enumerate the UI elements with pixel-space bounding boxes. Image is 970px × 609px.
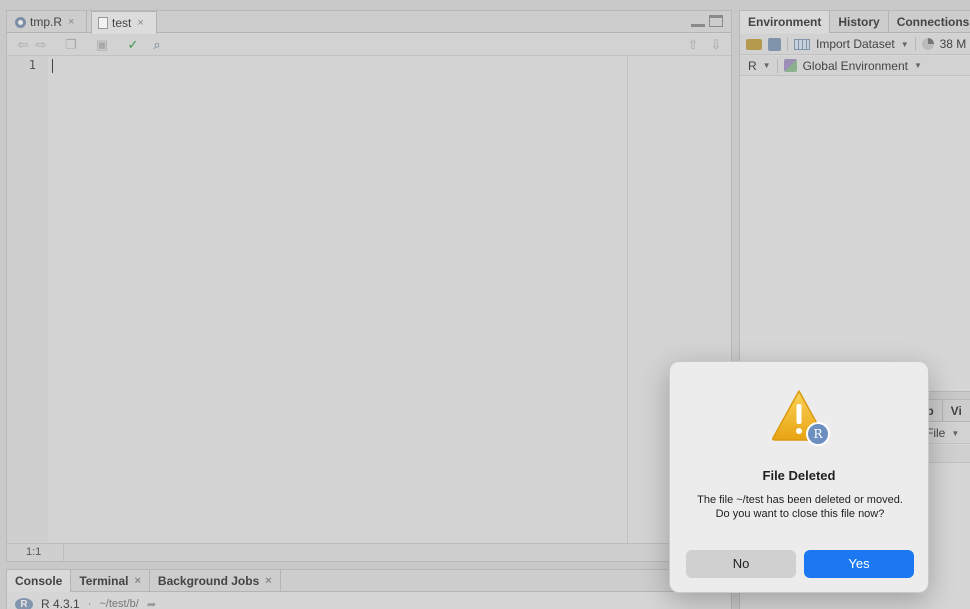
- open-folder-icon[interactable]: [746, 38, 762, 50]
- text-file-icon: [98, 17, 108, 29]
- close-tab-icon[interactable]: ×: [68, 16, 74, 28]
- tab-viewer[interactable]: Vi: [943, 400, 970, 422]
- maximize-pane-icon[interactable]: [709, 15, 723, 27]
- language-select[interactable]: R: [748, 59, 757, 73]
- tab-console[interactable]: Console: [7, 570, 72, 592]
- save-workspace-icon[interactable]: [768, 37, 781, 51]
- toolbar-divider: [776, 58, 778, 73]
- back-arrow-icon[interactable]: ⇦: [15, 37, 31, 53]
- minimize-pane-icon[interactable]: [691, 15, 705, 27]
- editor-tab-bar: tmp.R × test ×: [7, 11, 731, 34]
- memory-usage-icon: [921, 38, 934, 50]
- go-down-icon[interactable]: ⇩: [708, 37, 724, 53]
- close-tab-icon[interactable]: ×: [134, 575, 140, 587]
- tab-label: Terminal: [79, 574, 129, 588]
- environment-tab-bar: Environment History Connections: [740, 11, 970, 33]
- chevron-down-icon[interactable]: ▼: [951, 429, 959, 438]
- tab-label: tmp.R: [30, 15, 63, 29]
- chevron-down-icon[interactable]: ▼: [914, 61, 922, 70]
- close-tab-icon[interactable]: ×: [137, 17, 143, 29]
- code-editor[interactable]: [48, 56, 731, 543]
- toolbar-divider: [787, 37, 788, 51]
- line-number-gutter: 1: [7, 56, 48, 543]
- environment-icon: [783, 59, 797, 72]
- tab-test[interactable]: test ×: [91, 11, 157, 34]
- console-tab-bar: Console Terminal × Background Jobs ×: [7, 570, 731, 592]
- import-dataset-button[interactable]: Import Dataset: [816, 37, 895, 51]
- separator: ·: [87, 598, 92, 609]
- tab-background-jobs[interactable]: Background Jobs ×: [150, 570, 281, 592]
- status-divider: [63, 544, 64, 561]
- file-deleted-dialog: R File Deleted The file ~/test has been …: [669, 361, 929, 593]
- memory-usage[interactable]: 38 M: [940, 37, 967, 51]
- console-header: R R 4.3.1 · ~/test/b/ ➦: [15, 597, 156, 609]
- editor-status-bar: 1:1: [7, 543, 731, 561]
- cursor-position: 1:1: [26, 546, 42, 558]
- console-pane: Console Terminal × Background Jobs × R R…: [6, 569, 732, 609]
- spellcheck-icon[interactable]: ✓: [125, 37, 141, 53]
- show-in-window-icon[interactable]: ❐: [63, 37, 79, 53]
- editor-toolbar: ⇦ ⇨ ❐ ▣ ✓ ⌕ ⇧ ⇩: [7, 34, 731, 56]
- source-editor-pane: tmp.R × test × ⇦ ⇨ ❐ ▣ ✓ ⌕ ⇧ ⇩ 1 1:1: [6, 10, 732, 562]
- tab-history[interactable]: History: [830, 11, 889, 33]
- go-to-directory-icon[interactable]: ➦: [147, 598, 156, 609]
- r-badge-icon: R: [806, 422, 830, 446]
- line-number: 1: [28, 58, 36, 72]
- working-directory: ~/test/b/: [99, 598, 139, 609]
- scope-select[interactable]: Global Environment: [803, 59, 908, 73]
- print-margin-line: [627, 56, 628, 543]
- yes-button[interactable]: Yes: [804, 550, 914, 578]
- environment-scope-bar: R ▼ Global Environment ▼: [740, 56, 970, 76]
- tab-label: Background Jobs: [157, 574, 260, 588]
- environment-pane: Environment History Connections Import D…: [739, 10, 970, 392]
- toolbar-divider: [914, 37, 916, 51]
- tab-terminal[interactable]: Terminal ×: [71, 570, 150, 592]
- no-button[interactable]: No: [686, 550, 796, 578]
- tab-environment[interactable]: Environment: [740, 11, 831, 33]
- search-icon[interactable]: ⌕: [149, 37, 165, 53]
- tab-connections[interactable]: Connections: [889, 11, 970, 33]
- dialog-title: File Deleted: [762, 468, 836, 483]
- tab-tmp-r[interactable]: tmp.R ×: [9, 11, 87, 33]
- tab-label: Console: [15, 574, 63, 588]
- warning-icon: R: [770, 388, 830, 446]
- go-up-icon[interactable]: ⇧: [685, 37, 701, 53]
- dialog-message: The file ~/test has been deleted or move…: [697, 494, 903, 520]
- save-icon[interactable]: ▣: [94, 37, 110, 53]
- text-cursor: [52, 59, 53, 73]
- r-version: R 4.3.1: [41, 597, 80, 609]
- environment-toolbar: Import Dataset ▼ 38 M: [740, 34, 970, 55]
- close-tab-icon[interactable]: ×: [265, 575, 271, 587]
- chevron-down-icon[interactable]: ▼: [901, 40, 909, 49]
- forward-arrow-icon[interactable]: ⇨: [33, 37, 49, 53]
- chevron-down-icon[interactable]: ▼: [763, 61, 771, 70]
- tab-label: test: [112, 16, 132, 30]
- table-icon: [794, 38, 810, 50]
- r-script-icon: [15, 16, 26, 28]
- r-logo-icon: R: [15, 597, 33, 609]
- pane-controls: [691, 15, 723, 27]
